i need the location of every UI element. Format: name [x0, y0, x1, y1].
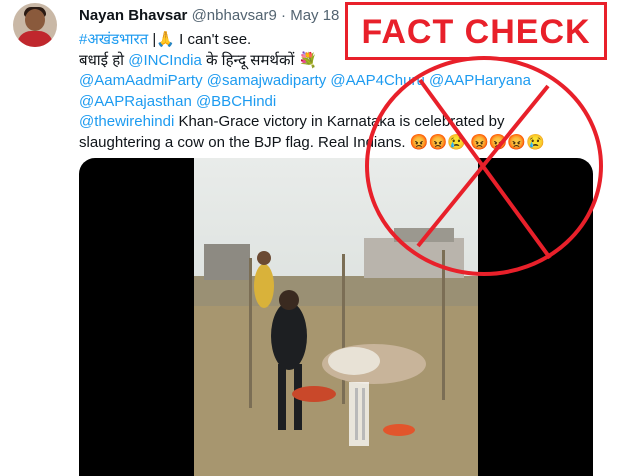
fact-check-banner: FACT CHECK [345, 2, 607, 60]
header-separator: · [281, 7, 287, 24]
tweet-text-span: Khan-Grace victory in Karnataka is celeb… [174, 113, 505, 130]
tweet-header: Nayan Bhavsar @nbhavsar9 · May 18 [79, 7, 339, 24]
tweet-line-6: slaughtering a cow on the BJP flag. Real… [79, 133, 545, 151]
author-name[interactable]: Nayan Bhavsar [79, 7, 187, 24]
tweet-text-span: |🙏 I can't see. [148, 31, 252, 48]
fact-check-label: FACT CHECK [361, 13, 591, 51]
tweet-date[interactable]: May 18 [290, 7, 339, 24]
mention-links-line-4[interactable]: @AAPRajasthan @BBCHindi [79, 92, 619, 113]
tweet-text-span: बधाई हो [79, 51, 129, 69]
mention-link[interactable]: @thewirehindi [79, 113, 174, 130]
video-frame [194, 158, 478, 476]
author-avatar[interactable] [13, 3, 57, 47]
mention-links-line-3[interactable]: @AamAadmiParty @samajwadiparty @AAP4Chur… [79, 71, 619, 92]
tweet-line-5: @thewirehindi Khan-Grace victory in Karn… [79, 112, 619, 133]
tweet-text-span: के हिन्दू समर्थकों 💐 [201, 51, 318, 69]
author-handle[interactable]: @nbhavsar9 [192, 7, 277, 24]
hashtag-link[interactable]: #अखंडभारत [79, 31, 148, 48]
mention-link[interactable]: @INCIndia [128, 52, 202, 69]
video-player[interactable] [79, 158, 593, 476]
